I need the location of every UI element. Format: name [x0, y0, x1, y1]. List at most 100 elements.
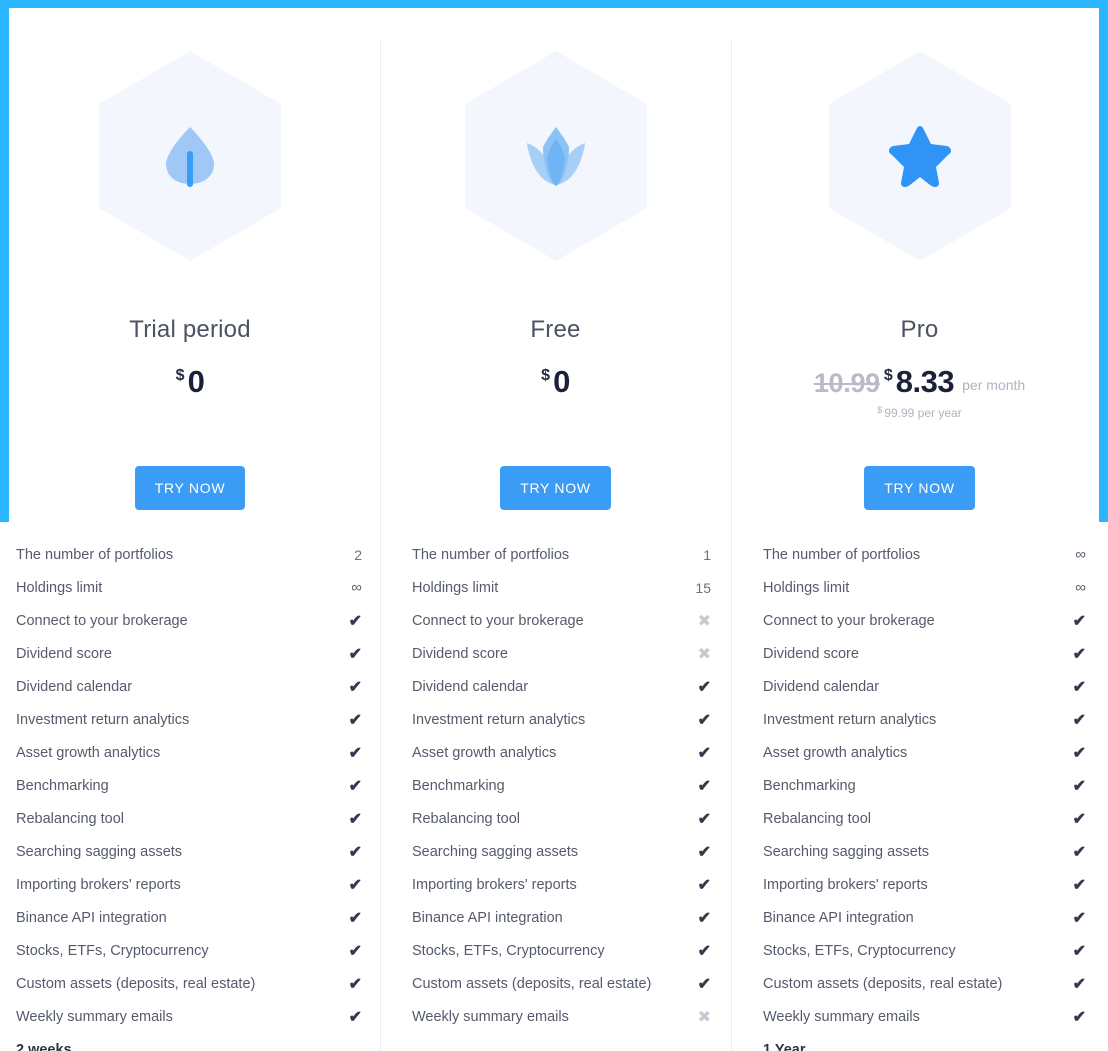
feature-row: Weekly summary emails ✔ — [763, 1000, 1086, 1033]
feature-label: Custom assets (deposits, real estate) — [763, 975, 1003, 992]
check-icon: ✔ — [1072, 843, 1086, 861]
cta-wrapper: TRY NOW — [380, 466, 731, 510]
feature-row: Rebalancing tool ✔ — [16, 802, 362, 835]
check-icon: ✔ — [348, 612, 362, 630]
feature-row: The number of portfolios 1 — [412, 538, 711, 571]
feature-row: Searching sagging assets ✔ — [412, 835, 711, 868]
plan-duration-pro: 1 Year — [763, 1041, 806, 1051]
plan-badge-trial — [0, 40, 380, 272]
check-icon: ✔ — [348, 876, 362, 894]
try-now-button-free[interactable]: TRY NOW — [500, 466, 611, 510]
feature-row: Asset growth analytics ✔ — [16, 736, 362, 769]
check-icon: ✔ — [697, 711, 711, 729]
feature-label: Connect to your brokerage — [16, 612, 188, 629]
feature-row: Benchmarking ✔ — [16, 769, 362, 802]
plan-duration-trial: 2 weeks — [16, 1041, 72, 1051]
feature-label: Importing brokers' reports — [763, 876, 928, 893]
feature-label: Investment return analytics — [16, 711, 190, 728]
feature-label: Stocks, ETFs, Cryptocurrency — [16, 942, 209, 959]
currency-symbol: $ — [883, 367, 893, 384]
feature-row: Searching sagging assets ✔ — [16, 835, 362, 868]
feature-label: Binance API integration — [16, 909, 167, 926]
feature-row: Searching sagging assets ✔ — [763, 835, 1086, 868]
feature-row: Holdings limit ∞ — [763, 571, 1086, 604]
check-icon: ✔ — [1072, 612, 1086, 630]
check-icon: ✔ — [1072, 678, 1086, 696]
feature-row: Dividend calendar ✔ — [412, 670, 711, 703]
check-icon: ✔ — [1072, 645, 1086, 663]
feature-label: Benchmarking — [763, 777, 856, 794]
feature-label: Holdings limit — [763, 579, 850, 596]
feature-list-free: The number of portfolios 1 Holdings limit 1… — [380, 538, 731, 1033]
check-icon: ✔ — [348, 1008, 362, 1026]
feature-row: Stocks, ETFs, Cryptocurrency ✔ — [763, 934, 1086, 967]
check-icon: ✔ — [697, 777, 711, 795]
feature-row: Custom assets (deposits, real estate) ✔ — [16, 967, 362, 1000]
feature-row: Dividend calendar ✔ — [16, 670, 362, 703]
feature-label: Binance API integration — [412, 909, 563, 926]
feature-list-pro: The number of portfolios ∞ Holdings limit ∞… — [731, 538, 1108, 1051]
try-now-button-pro[interactable]: TRY NOW — [864, 466, 975, 510]
feature-row: The number of portfolios ∞ — [763, 538, 1086, 571]
feature-row: Asset growth analytics ✔ — [763, 736, 1086, 769]
check-icon: ✔ — [697, 843, 711, 861]
check-icon: ✔ — [1072, 876, 1086, 894]
leaf-icon — [97, 49, 283, 263]
feature-row: Custom assets (deposits, real estate) ✔ — [412, 967, 711, 1000]
price-period: per month — [962, 377, 1026, 393]
feature-row: Importing brokers' reports ✔ — [16, 868, 362, 901]
feature-label: Rebalancing tool — [412, 810, 521, 827]
plan-name-trial: Trial period — [129, 316, 251, 343]
feature-row: Binance API integration ✔ — [412, 901, 711, 934]
feature-label: Stocks, ETFs, Cryptocurrency — [763, 942, 956, 959]
check-icon: ✔ — [348, 843, 362, 861]
hexagon-shape — [463, 49, 649, 263]
feature-label: Searching sagging assets — [412, 843, 579, 860]
check-icon: ✔ — [1072, 711, 1086, 729]
try-now-button-trial[interactable]: TRY NOW — [134, 466, 246, 510]
check-icon: ✔ — [348, 645, 362, 663]
price-old-amount: 10.99 — [813, 368, 880, 398]
plan-price-trial: $0 — [0, 366, 380, 462]
feature-label: The number of portfolios — [763, 546, 921, 563]
feature-row: Dividend calendar ✔ — [763, 670, 1086, 703]
feature-label: Rebalancing tool — [763, 810, 872, 827]
feature-row: Investment return analytics ✔ — [763, 703, 1086, 736]
feature-label: Connect to your brokerage — [763, 612, 935, 629]
feature-row: Weekly summary emails ✔ — [16, 1000, 362, 1033]
feature-row: Rebalancing tool ✔ — [412, 802, 711, 835]
plan-columns: Trial period $0 TRY NOW The number of portf… — [0, 0, 1108, 1051]
check-icon: ✔ — [348, 744, 362, 762]
feature-label: Dividend calendar — [763, 678, 880, 695]
price-main-line: $0 — [176, 366, 205, 397]
feature-label: Searching sagging assets — [16, 843, 183, 860]
feature-label: Asset growth analytics — [412, 744, 557, 761]
feature-label: Searching sagging assets — [763, 843, 930, 860]
plan-badge-pro — [731, 40, 1108, 272]
feature-label: Connect to your brokerage — [412, 612, 584, 629]
cta-wrapper: TRY NOW — [0, 466, 380, 510]
infinity-icon: ∞ — [351, 579, 362, 596]
price-amount: 8.33 — [895, 364, 955, 399]
cta-wrapper: TRY NOW — [731, 466, 1108, 510]
feature-row: Investment return analytics ✔ — [412, 703, 711, 736]
feature-label: Custom assets (deposits, real estate) — [16, 975, 256, 992]
check-icon: ✔ — [348, 975, 362, 993]
infinity-icon: ∞ — [1075, 546, 1086, 563]
feature-label: Rebalancing tool — [16, 810, 125, 827]
price-annual-text: 99.99 per year — [884, 406, 962, 420]
feature-row: Investment return analytics ✔ — [16, 703, 362, 736]
flower-icon — [463, 49, 649, 263]
feature-label: Benchmarking — [16, 777, 109, 794]
feature-label: Dividend score — [16, 645, 112, 662]
feature-label: Dividend score — [412, 645, 508, 662]
check-icon: ✔ — [1072, 777, 1086, 795]
feature-label: Binance API integration — [763, 909, 914, 926]
plan-price-pro: 10.99 $8.33 per month $99.99 per year — [731, 366, 1108, 462]
feature-value: 2 — [354, 546, 362, 563]
feature-label: Importing brokers' reports — [412, 876, 577, 893]
feature-label: Holdings limit — [412, 579, 499, 596]
feature-row: Benchmarking ✔ — [412, 769, 711, 802]
check-icon: ✔ — [348, 711, 362, 729]
selection-frame-left-edge — [0, 0, 9, 522]
